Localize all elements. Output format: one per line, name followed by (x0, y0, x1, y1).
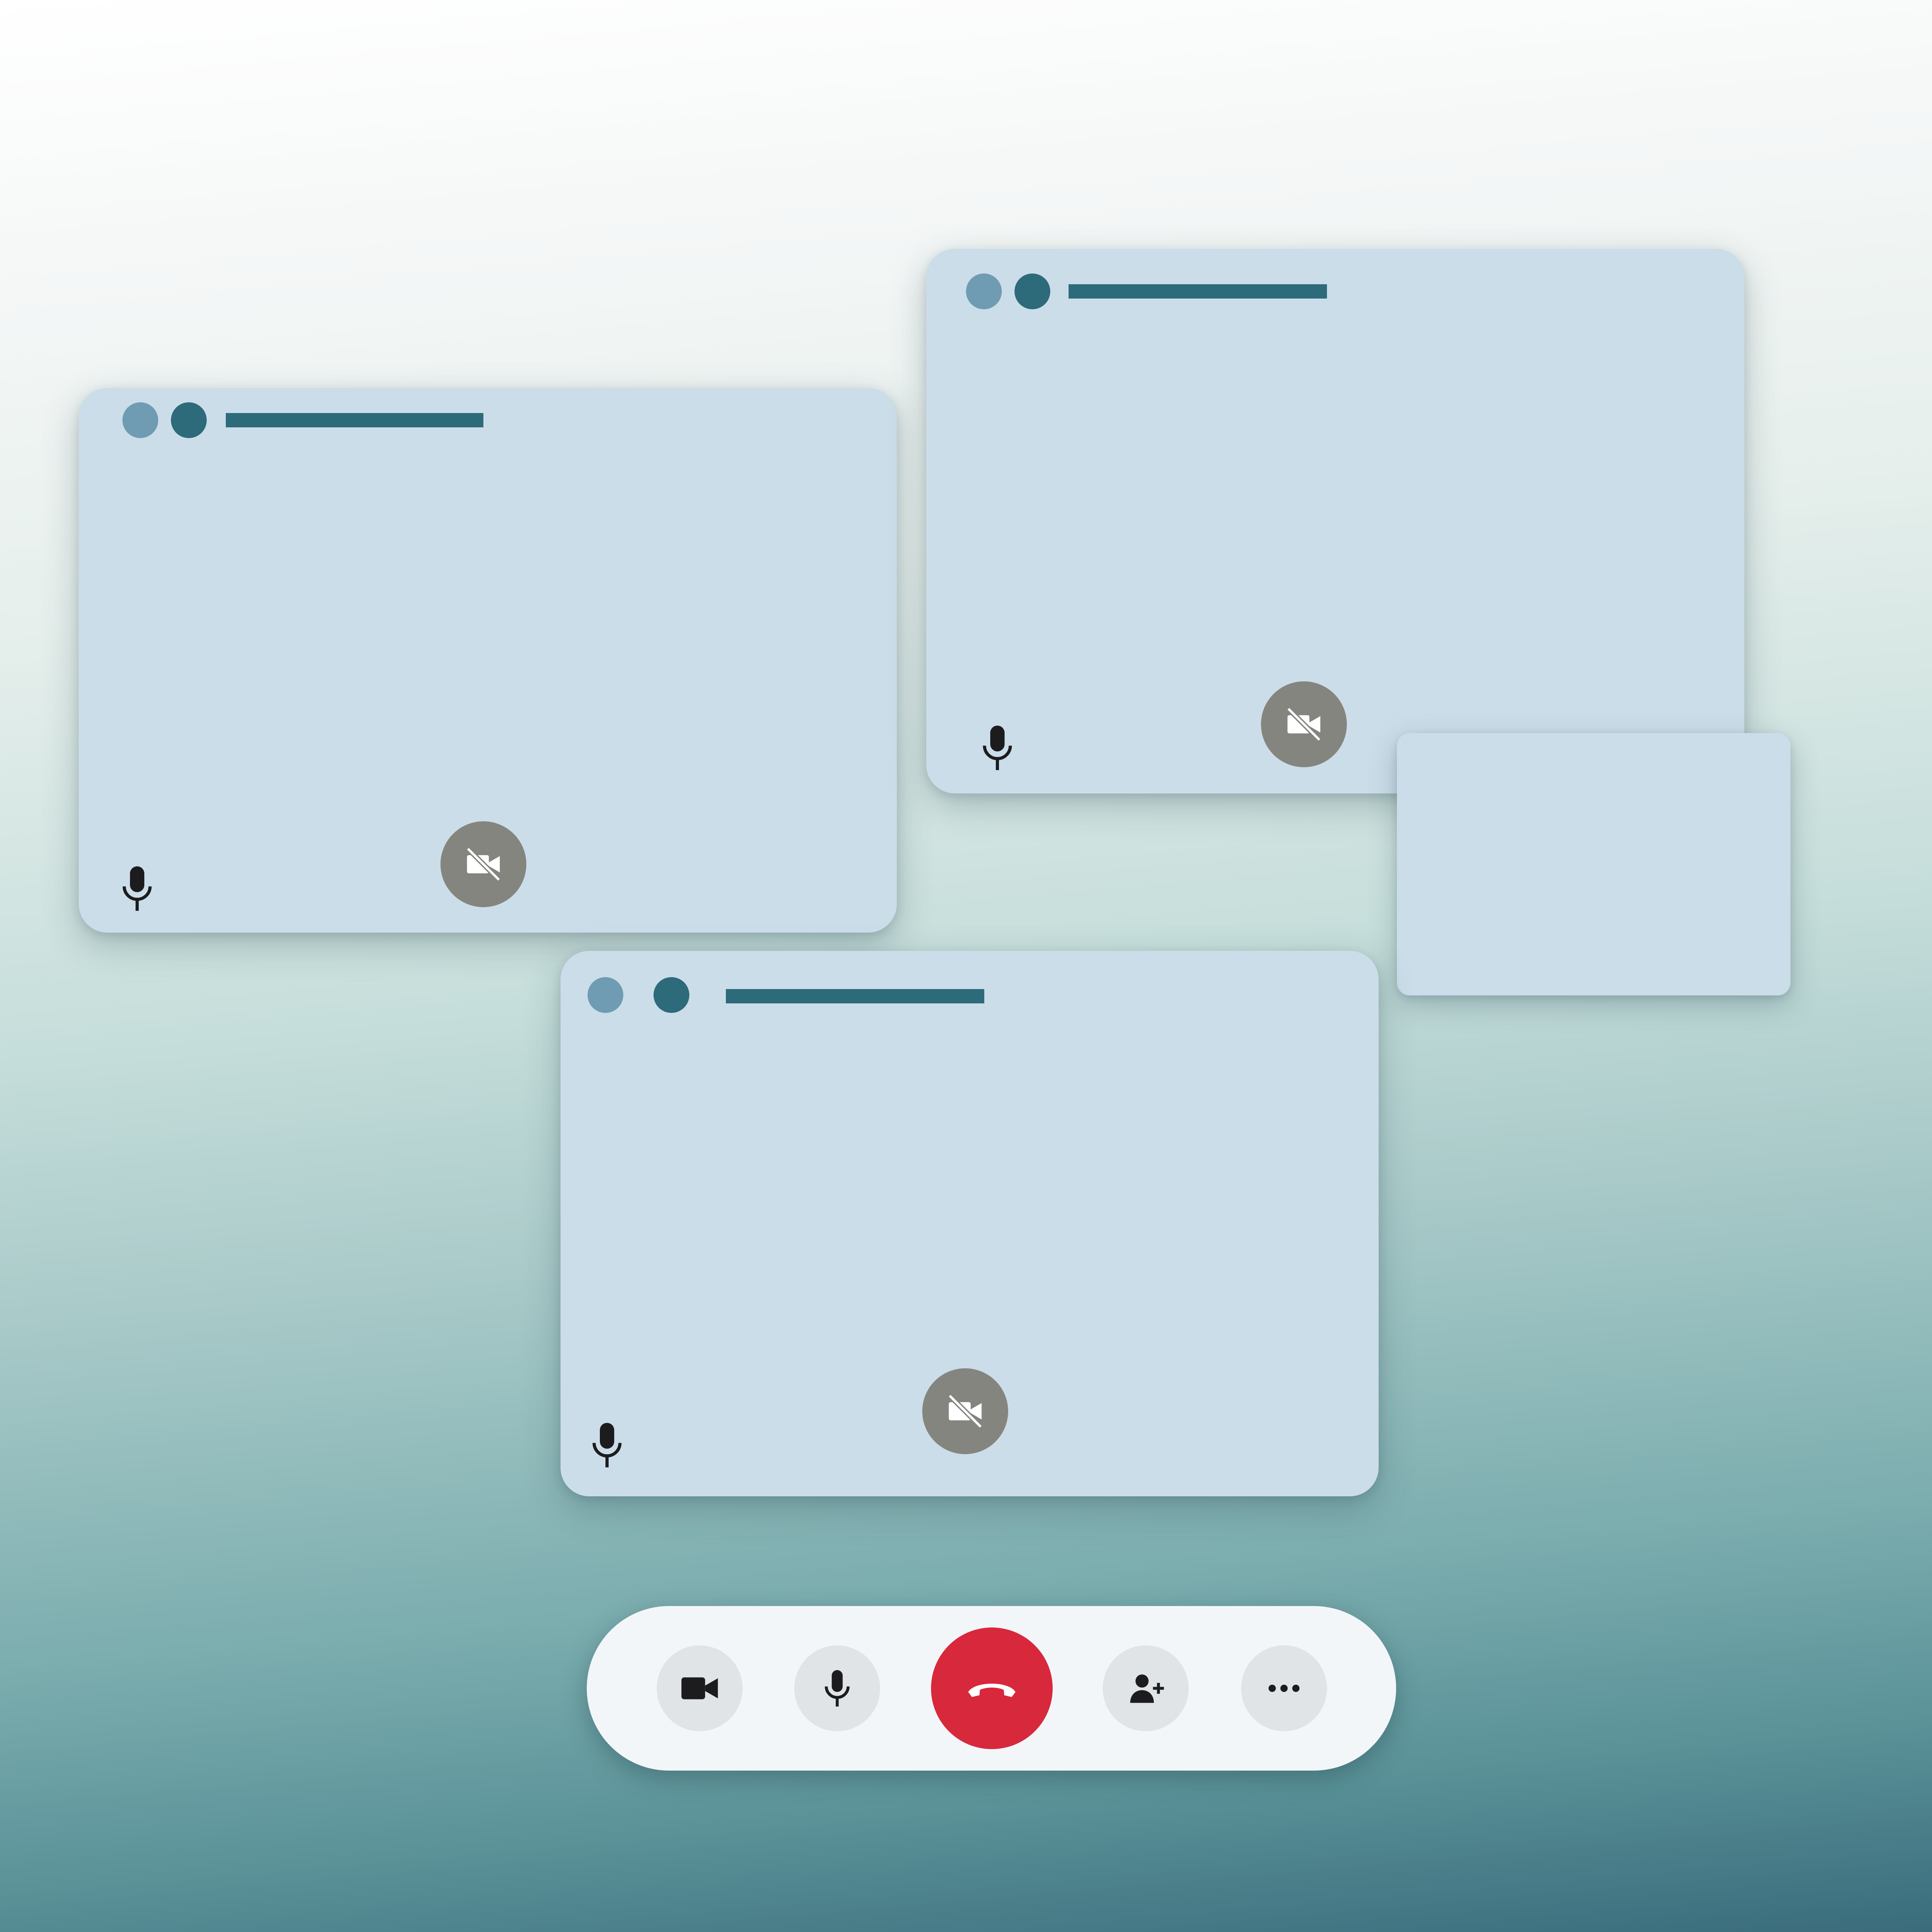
microphone-button[interactable] (794, 1645, 880, 1731)
window-title-bar (726, 989, 984, 1003)
participant-window-2[interactable] (926, 249, 1744, 793)
window-control-dot[interactable] (588, 977, 623, 1013)
participant-window-3[interactable] (561, 951, 1379, 1496)
microphone-icon (824, 1670, 850, 1707)
more-horizontal-icon (1269, 1684, 1300, 1692)
video-off-icon[interactable] (922, 1368, 1008, 1454)
phone-hangup-icon (968, 1684, 1016, 1697)
window-control-dot[interactable] (966, 274, 1002, 309)
window-title-bar (226, 413, 483, 427)
window-control-dot[interactable] (1014, 274, 1050, 309)
participant-window-1[interactable] (79, 388, 897, 933)
window-control-dot[interactable] (654, 977, 689, 1013)
video-off-icon[interactable] (440, 821, 526, 907)
call-toolbar (587, 1606, 1396, 1771)
self-view-window[interactable] (1397, 733, 1790, 995)
end-call-button[interactable] (931, 1627, 1053, 1749)
add-participant-button[interactable] (1103, 1645, 1189, 1731)
microphone-icon[interactable] (119, 863, 155, 915)
more-options-button[interactable] (1241, 1645, 1327, 1731)
window-control-dot[interactable] (122, 402, 158, 438)
person-add-icon (1130, 1674, 1164, 1703)
microphone-icon[interactable] (589, 1420, 625, 1472)
window-title-bar (1069, 284, 1327, 299)
video-off-icon[interactable] (1261, 681, 1347, 767)
camera-button[interactable] (657, 1645, 743, 1731)
video-camera-icon (681, 1677, 718, 1699)
window-control-dot[interactable] (171, 402, 207, 438)
microphone-icon[interactable] (980, 723, 1015, 774)
